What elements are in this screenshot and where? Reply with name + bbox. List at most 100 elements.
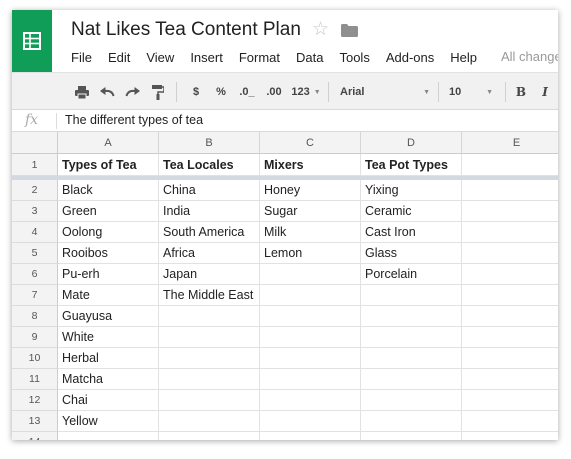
cell-d5[interactable]: Glass	[361, 243, 462, 264]
document-title[interactable]: Nat Likes Tea Content Plan	[71, 19, 301, 41]
more-formats-dropdown[interactable]: 123 ▼	[289, 73, 323, 111]
star-icon[interactable]: ☆	[312, 20, 329, 39]
print-button[interactable]	[72, 73, 92, 111]
redo-button[interactable]	[121, 73, 143, 111]
column-header-a[interactable]: A	[58, 132, 159, 154]
row-header-10[interactable]: 10	[12, 348, 58, 369]
folder-icon[interactable]	[341, 24, 358, 42]
cell-a8[interactable]: Guayusa	[58, 306, 159, 327]
row-header-3[interactable]: 3	[12, 201, 58, 222]
row-header-5[interactable]: 5	[12, 243, 58, 264]
row-header-1[interactable]: 1	[12, 154, 58, 176]
cell-e9[interactable]	[462, 327, 558, 348]
cell-a3[interactable]: Green	[58, 201, 159, 222]
cell-d13[interactable]	[361, 411, 462, 432]
cell-c11[interactable]	[260, 369, 361, 390]
cell-a9[interactable]: White	[58, 327, 159, 348]
cell-b8[interactable]	[159, 306, 260, 327]
cell-d2[interactable]: Yixing	[361, 180, 462, 201]
row-header-9[interactable]: 9	[12, 327, 58, 348]
cell-c3[interactable]: Sugar	[260, 201, 361, 222]
save-status[interactable]: All changes saved in Drive	[501, 49, 558, 64]
cell-c6[interactable]	[260, 264, 361, 285]
cell-e8[interactable]	[462, 306, 558, 327]
cell-e7[interactable]	[462, 285, 558, 306]
cell-c1[interactable]: Mixers	[260, 154, 361, 176]
row-header-11[interactable]: 11	[12, 369, 58, 390]
cell-b5[interactable]: Africa	[159, 243, 260, 264]
menu-data[interactable]: Data	[296, 50, 323, 65]
cell-d3[interactable]: Ceramic	[361, 201, 462, 222]
cell-e4[interactable]	[462, 222, 558, 243]
column-header-d[interactable]: D	[361, 132, 462, 154]
cell-b1[interactable]: Tea Locales	[159, 154, 260, 176]
cell-a14[interactable]	[58, 432, 159, 440]
menu-file[interactable]: File	[71, 50, 92, 65]
cell-b10[interactable]	[159, 348, 260, 369]
cell-b11[interactable]	[159, 369, 260, 390]
cell-d4[interactable]: Cast Iron	[361, 222, 462, 243]
formula-input[interactable]: The different types of tea	[65, 113, 203, 127]
cell-a4[interactable]: Oolong	[58, 222, 159, 243]
cell-d1[interactable]: Tea Pot Types	[361, 154, 462, 176]
row-header-2[interactable]: 2	[12, 180, 58, 201]
cell-c5[interactable]: Lemon	[260, 243, 361, 264]
cell-d9[interactable]	[361, 327, 462, 348]
cell-a13[interactable]: Yellow	[58, 411, 159, 432]
percent-format-button[interactable]: %	[211, 73, 231, 111]
row-header-7[interactable]: 7	[12, 285, 58, 306]
cell-d8[interactable]	[361, 306, 462, 327]
menu-tools[interactable]: Tools	[339, 50, 369, 65]
cell-b12[interactable]	[159, 390, 260, 411]
cell-d7[interactable]	[361, 285, 462, 306]
cell-a7[interactable]: Mate	[58, 285, 159, 306]
cell-c10[interactable]	[260, 348, 361, 369]
cell-e1[interactable]	[462, 154, 558, 176]
currency-format-button[interactable]: $	[186, 73, 206, 111]
cell-d14[interactable]	[361, 432, 462, 440]
cell-e11[interactable]	[462, 369, 558, 390]
increase-decimals-button[interactable]: .00	[262, 73, 286, 111]
cell-d12[interactable]	[361, 390, 462, 411]
undo-button[interactable]	[96, 73, 118, 111]
cell-c12[interactable]	[260, 390, 361, 411]
cell-e13[interactable]	[462, 411, 558, 432]
menu-edit[interactable]: Edit	[108, 50, 130, 65]
cell-c4[interactable]: Milk	[260, 222, 361, 243]
cell-a5[interactable]: Rooibos	[58, 243, 159, 264]
cell-a6[interactable]: Pu-erh	[58, 264, 159, 285]
cell-e2[interactable]	[462, 180, 558, 201]
cell-c7[interactable]	[260, 285, 361, 306]
paint-format-button[interactable]	[148, 73, 168, 111]
menu-help[interactable]: Help	[450, 50, 477, 65]
cell-b13[interactable]	[159, 411, 260, 432]
menu-add-ons[interactable]: Add-ons	[386, 50, 434, 65]
cell-d11[interactable]	[361, 369, 462, 390]
cell-e14[interactable]	[462, 432, 558, 440]
cell-a1[interactable]: Types of Tea	[58, 154, 159, 176]
cell-b2[interactable]: China	[159, 180, 260, 201]
cell-a10[interactable]: Herbal	[58, 348, 159, 369]
menu-format[interactable]: Format	[239, 50, 280, 65]
cell-d10[interactable]	[361, 348, 462, 369]
row-header-13[interactable]: 13	[12, 411, 58, 432]
menu-insert[interactable]: Insert	[190, 50, 223, 65]
row-header-14[interactable]: 14	[12, 432, 58, 440]
cell-e12[interactable]	[462, 390, 558, 411]
cell-b14[interactable]	[159, 432, 260, 440]
italic-button[interactable]: I	[536, 73, 554, 111]
cell-c8[interactable]	[260, 306, 361, 327]
cell-e6[interactable]	[462, 264, 558, 285]
cell-c13[interactable]	[260, 411, 361, 432]
font-size-dropdown[interactable]: 10 ▼	[445, 73, 497, 111]
cell-b9[interactable]	[159, 327, 260, 348]
bold-button[interactable]: B	[512, 73, 530, 111]
cell-c9[interactable]	[260, 327, 361, 348]
column-header-b[interactable]: B	[159, 132, 260, 154]
cell-c2[interactable]: Honey	[260, 180, 361, 201]
decrease-decimals-button[interactable]: .0_	[236, 73, 258, 111]
menu-view[interactable]: View	[146, 50, 174, 65]
row-header-4[interactable]: 4	[12, 222, 58, 243]
column-header-c[interactable]: C	[260, 132, 361, 154]
font-family-dropdown[interactable]: Arial ▼	[336, 73, 434, 111]
